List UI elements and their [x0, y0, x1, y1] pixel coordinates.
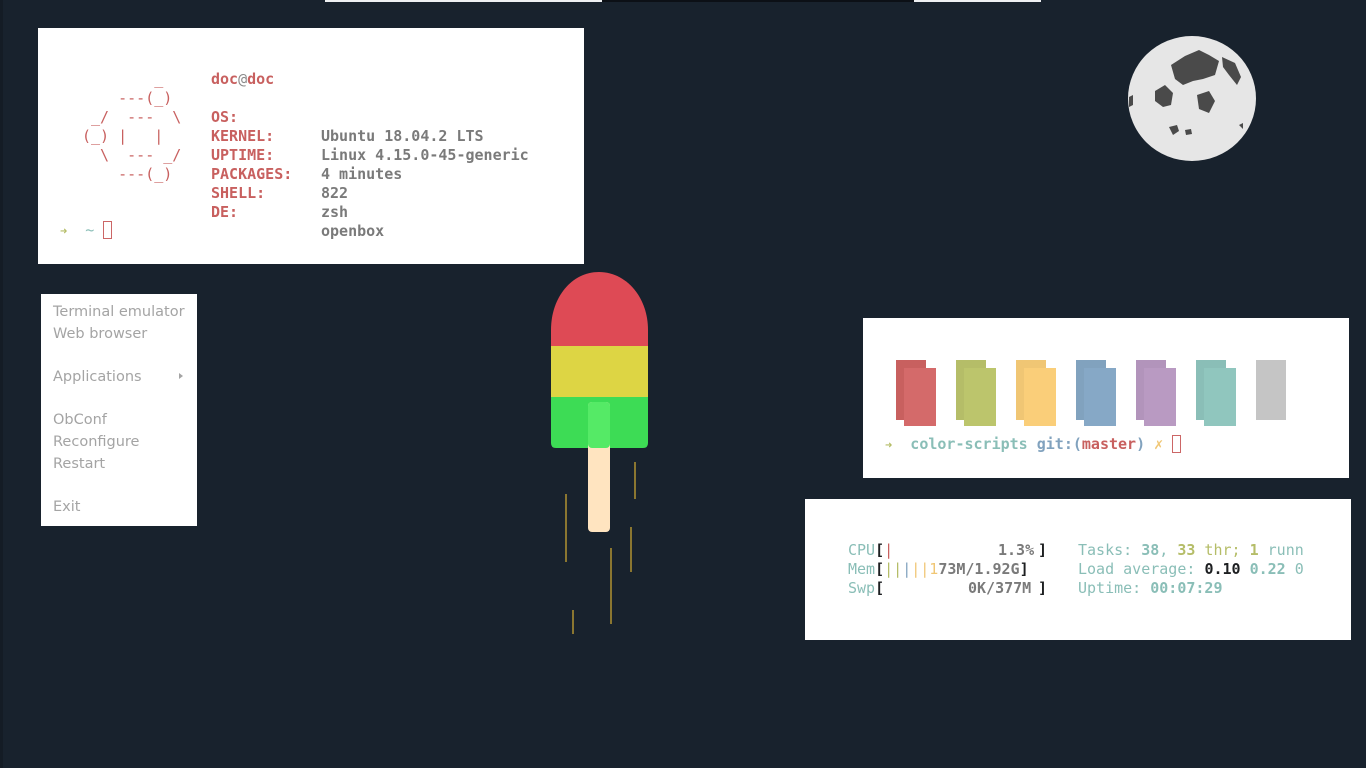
- info-value: Ubuntu 18.04.2 LTS: [321, 127, 484, 145]
- swatch-front: [904, 368, 936, 426]
- cpu-bar: |: [884, 541, 894, 559]
- info-value: Linux 4.15.0-45-generic: [321, 146, 529, 164]
- shell-prompt[interactable]: ➜ color-scripts git:(master) ✗: [885, 435, 1182, 455]
- menu-item-web-browser[interactable]: Web browser: [53, 326, 147, 342]
- screen-edge: [0, 0, 3, 768]
- git-branch: master: [1081, 435, 1137, 453]
- moon-wallpaper-icon: [1128, 36, 1256, 161]
- mem-bar-buffers: |: [902, 560, 912, 578]
- swap-meter: Swp[0K/377M]: [848, 579, 1047, 598]
- user-host: doc@doc: [211, 70, 274, 89]
- color-swatch-green: [956, 360, 996, 426]
- menu-item-restart[interactable]: Restart: [53, 456, 105, 472]
- text-cursor[interactable]: [103, 221, 113, 239]
- cpu-bracket-open: [: [875, 541, 885, 559]
- uptime-label: Uptime:: [1078, 579, 1151, 597]
- menu-item-reconfigure[interactable]: Reconfigure: [53, 434, 139, 450]
- mem-label: Mem: [848, 560, 876, 578]
- swatch-front: [964, 368, 996, 426]
- git-paren-open: (: [1072, 435, 1082, 453]
- swatch-front: [1084, 368, 1116, 426]
- menu-item-obconf[interactable]: ObConf: [53, 412, 107, 428]
- git-label: git:: [1036, 435, 1073, 453]
- moon-crater-edge-left: [1129, 95, 1133, 107]
- tasks-sep: ,: [1159, 541, 1178, 559]
- terminal-window-fetch[interactable]: _ ---(_) _/ --- \ (_) | | \ --- _/ ---(_…: [38, 28, 584, 264]
- info-value: openbox: [321, 222, 385, 240]
- info-value: 4 minutes: [321, 165, 403, 183]
- menu-item-exit[interactable]: Exit: [53, 499, 80, 515]
- color-swatch-yellow: [1016, 360, 1056, 426]
- prompt-arrow-icon: ➜: [885, 438, 893, 452]
- running-count: 1: [1249, 541, 1259, 559]
- prompt-directory: color-scripts: [910, 435, 1028, 453]
- openbox-root-menu: Terminal emulator Web browser Applicatio…: [41, 294, 197, 526]
- swatch-front: [1024, 368, 1056, 426]
- mem-meter: Mem[|||||173M/1.92G]: [848, 560, 1029, 579]
- at-sign: @: [238, 70, 248, 88]
- hostname: doc: [247, 70, 275, 88]
- panel-segment-right[interactable]: [914, 0, 1041, 2]
- popsicle-wallpaper-icon: [551, 272, 648, 634]
- panel-segment-left[interactable]: [325, 0, 602, 2]
- color-swatch-blue: [1076, 360, 1116, 426]
- cpu-bracket-close: ]: [1038, 541, 1048, 559]
- swatch-back: [1256, 360, 1286, 420]
- color-swatch-cyan: [1196, 360, 1236, 426]
- submenu-arrow-icon: [179, 373, 183, 379]
- swp-bracket-close: ]: [1038, 579, 1048, 597]
- threads-label: thr;: [1195, 541, 1250, 559]
- mem-bar-cache: ||1: [911, 560, 939, 578]
- text-cursor[interactable]: [1172, 435, 1182, 453]
- mem-bracket-open: [: [875, 560, 885, 578]
- swp-label: Swp: [848, 579, 876, 597]
- mem-value: 73M/1.92G: [938, 560, 1020, 578]
- info-row-de: DE: openbox: [211, 184, 384, 260]
- uptime-value: 00:07:29: [1150, 579, 1223, 597]
- moon-crater-tiny: [1185, 129, 1192, 135]
- threads-count: 33: [1177, 541, 1196, 559]
- load-average: Load average: 0.10 0.22 0: [1078, 560, 1304, 579]
- info-value: 822: [321, 184, 349, 202]
- load-label: Load average:: [1078, 560, 1205, 578]
- popsicle-stick-highlight: [588, 402, 610, 448]
- swp-value: 0K/377M: [968, 579, 1032, 597]
- menu-item-applications[interactable]: Applications: [53, 369, 142, 385]
- git-dirty-icon: ✗: [1154, 435, 1164, 453]
- load-5min: 0.22: [1249, 560, 1286, 578]
- info-key: DE:: [211, 203, 239, 221]
- mem-bracket-close: ]: [1019, 560, 1029, 578]
- cpu-meter: CPU[| 1.3%]: [848, 541, 1047, 560]
- tasks-summary: Tasks: 38, 33 thr; 1 runn: [1078, 541, 1304, 560]
- terminal-window-htop[interactable]: CPU[| 1.3%] Mem[|||||173M/1.92G] Swp[0K/3…: [805, 499, 1351, 640]
- popsicle-top: [551, 272, 648, 346]
- swatch-front: [1144, 368, 1176, 426]
- terminal-window-colors[interactable]: ➜ color-scripts git:(master) ✗: [863, 318, 1349, 478]
- load-15min: 0: [1294, 560, 1304, 578]
- tasks-count: 38: [1141, 541, 1160, 559]
- tasks-label: Tasks:: [1078, 541, 1142, 559]
- username: doc: [211, 70, 239, 88]
- swatch-front: [1204, 368, 1236, 426]
- distro-ascii-logo: _ ---(_) _/ --- \ (_) | | \ --- _/ ---(_…: [82, 70, 182, 183]
- git-paren-close: ): [1136, 435, 1146, 453]
- swp-bracket-open: [: [875, 579, 885, 597]
- menu-item-terminal[interactable]: Terminal emulator: [53, 304, 185, 320]
- color-swatch-white: [1256, 360, 1296, 426]
- color-swatch-red: [896, 360, 936, 426]
- cpu-label: CPU: [848, 541, 876, 559]
- load-1min: 0.10: [1204, 560, 1241, 578]
- shell-prompt[interactable]: ➜ ~: [60, 221, 113, 241]
- running-label: runn: [1258, 541, 1304, 559]
- cpu-value: 1.3%: [998, 541, 1035, 559]
- panel-segment-center[interactable]: [602, 0, 914, 2]
- uptime-readout: Uptime: 00:07:29: [1078, 579, 1223, 598]
- prompt-directory: ~: [85, 221, 95, 239]
- color-swatch-magenta: [1136, 360, 1176, 426]
- popsicle-middle: [551, 346, 648, 397]
- prompt-arrow-icon: ➜: [60, 224, 68, 238]
- mem-bar-used: ||: [884, 560, 903, 578]
- info-value: zsh: [321, 203, 349, 221]
